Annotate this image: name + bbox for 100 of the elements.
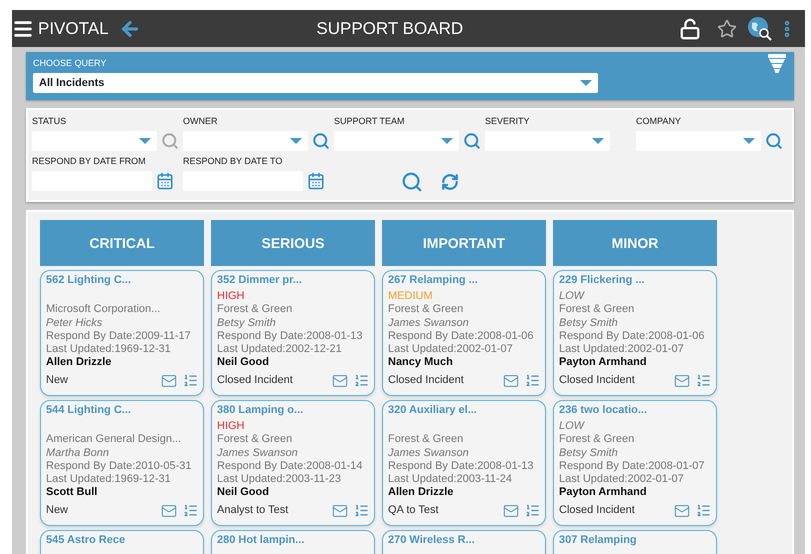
contact-name: James Swanson bbox=[388, 446, 470, 460]
company-name: Forest & Green bbox=[388, 433, 464, 447]
company-name: Microsoft Corporation... bbox=[46, 303, 162, 317]
caret-icon bbox=[592, 138, 604, 144]
query-label: CHOOSE QUERY bbox=[33, 58, 108, 68]
dropdown-field[interactable] bbox=[334, 131, 459, 151]
card-title: 320 Auxiliary el... bbox=[388, 404, 478, 417]
respond-by-date: Respond By Date:2008-01-06 bbox=[559, 330, 706, 344]
last-updated-date: Last Updated:2003-11-24 bbox=[388, 473, 513, 486]
card-title: 544 Lighting C... bbox=[46, 404, 132, 417]
card-title: 280 Hot lampin... bbox=[217, 534, 306, 547]
respond-by-date: Respond By Date:2009-11-17 bbox=[46, 330, 192, 344]
mail-icon[interactable] bbox=[674, 503, 690, 519]
search-icon[interactable] bbox=[161, 132, 179, 150]
last-updated-date: Last Updated:2002-12-21 bbox=[217, 343, 343, 356]
incident-card[interactable]: 380 Lamping o... HIGH Forest & Green James Swanson Respond By Date:2008-01-14 Last Updated:2003-11-23 Neil Good Analyst to Test bbox=[211, 400, 375, 526]
calendar-icon[interactable] bbox=[156, 172, 174, 190]
filter-label: SUPPORT TEAM bbox=[334, 116, 406, 126]
mail-icon[interactable] bbox=[161, 373, 177, 389]
contact-name: Peter Hicks bbox=[46, 316, 104, 330]
status-text: Analyst to Test bbox=[217, 504, 288, 518]
contact-name: Betsy Smith bbox=[559, 446, 619, 460]
mail-icon[interactable] bbox=[674, 373, 690, 389]
mail-icon[interactable] bbox=[161, 503, 177, 519]
respond-by-date: Respond By Date:2008-01-13 bbox=[388, 460, 535, 474]
last-updated-date: Last Updated:2002-01-07 bbox=[388, 343, 514, 356]
filter-label: COMPANY bbox=[636, 116, 682, 126]
card-title: 236 two locatio... bbox=[559, 404, 648, 417]
dropdown-field[interactable] bbox=[183, 131, 308, 151]
search-icon[interactable] bbox=[312, 132, 330, 150]
numbered-list-icon[interactable] bbox=[354, 503, 369, 518]
numbered-list-icon[interactable] bbox=[354, 373, 369, 388]
severity-label: LOW bbox=[559, 420, 586, 434]
numbered-list-icon[interactable] bbox=[183, 373, 198, 388]
status-text: Closed Incident bbox=[388, 374, 464, 388]
incident-card[interactable]: 544 Lighting C... American General Design... Martha Bonn Respond By Date:2010-05-31 Last Updated:1969-12-31 Scott Bull New bbox=[40, 400, 204, 526]
column-header: IMPORTANT bbox=[382, 220, 546, 266]
filter-label: RESPOND BY DATE TO bbox=[183, 156, 284, 166]
search-icon[interactable] bbox=[400, 171, 422, 193]
contact-name: James Swanson bbox=[217, 446, 299, 460]
owner-name: Allen Drizzle bbox=[46, 356, 112, 370]
numbered-list-icon[interactable] bbox=[696, 503, 711, 518]
dropdown-field[interactable] bbox=[485, 131, 610, 151]
card-title: 229 Flickering ... bbox=[559, 274, 646, 287]
numbered-list-icon[interactable] bbox=[525, 503, 540, 518]
status-text: Closed Incident bbox=[559, 374, 635, 388]
query-dropdown[interactable]: All Incidents bbox=[33, 73, 598, 93]
page-title: SUPPORT BOARD bbox=[315, 18, 464, 38]
company-name: Forest & Green bbox=[388, 303, 464, 317]
numbered-list-icon[interactable] bbox=[696, 373, 711, 388]
dropdown-field[interactable] bbox=[32, 131, 157, 151]
owner-name: Scott Bull bbox=[46, 486, 98, 500]
mail-icon[interactable] bbox=[332, 503, 348, 519]
incident-card[interactable]: 352 Dimmer pr... HIGH Forest & Green Betsy Smith Respond By Date:2008-01-13 Last Updated:2002-12-21 Neil Good Closed Incident bbox=[211, 270, 375, 396]
last-updated-date: Last Updated:1969-12-31 bbox=[46, 343, 172, 356]
company-name: Forest & Green bbox=[217, 303, 294, 317]
mail-icon[interactable] bbox=[503, 503, 519, 519]
filter-icon[interactable] bbox=[768, 54, 786, 74]
status-text: New bbox=[46, 374, 68, 388]
refresh-icon[interactable] bbox=[440, 173, 458, 191]
dropdown-field[interactable] bbox=[636, 131, 761, 151]
caret-icon bbox=[743, 138, 755, 144]
respond-by-date: Respond By Date:2010-05-31 bbox=[46, 460, 193, 474]
incident-card[interactable]: 236 two locatio... LOW Forest & Green Betsy Smith Respond By Date:2008-01-07 Last Updated:2002-01-07 Payton Armhand Closed Incident bbox=[553, 400, 717, 526]
mail-icon[interactable] bbox=[332, 373, 348, 389]
filter-label: OWNER bbox=[183, 116, 218, 126]
company-name: American General Design... bbox=[46, 433, 182, 447]
incident-card[interactable]: 267 Relamping ... MEDIUM Forest & Green James Swanson Respond By Date:2008-01-06 Last Updated:2002-01-07 Nancy Much Closed Incident bbox=[382, 270, 546, 396]
contact-name: Martha Bonn bbox=[46, 446, 110, 460]
card-title: 267 Relamping ... bbox=[388, 274, 479, 287]
incident-card[interactable]: 320 Auxiliary el... Forest & Green James Swanson Respond By Date:2008-01-13 Last Updated:2003-11-24 Allen Drizzle QA to Test bbox=[382, 400, 546, 526]
contact-name: James Swanson bbox=[388, 316, 470, 330]
filter-label: STATUS bbox=[32, 116, 68, 126]
card-title: 562 Lighting C... bbox=[46, 274, 132, 287]
globe-search-icon[interactable] bbox=[747, 16, 773, 42]
calendar-icon[interactable] bbox=[307, 172, 325, 190]
contact-name: Betsy Smith bbox=[217, 316, 277, 330]
numbered-list-icon[interactable] bbox=[525, 373, 540, 388]
mail-icon[interactable] bbox=[503, 373, 519, 389]
card-title: 352 Dimmer pr... bbox=[217, 274, 303, 287]
numbered-list-icon[interactable] bbox=[183, 503, 198, 518]
star-icon[interactable] bbox=[717, 18, 737, 38]
search-icon[interactable] bbox=[463, 132, 481, 150]
contact-name: Betsy Smith bbox=[559, 316, 619, 330]
company-name: Forest & Green bbox=[217, 433, 294, 447]
unlock-icon[interactable] bbox=[679, 18, 701, 40]
status-text: Closed Incident bbox=[217, 374, 293, 388]
filter-label: SEVERITY bbox=[485, 116, 531, 126]
brand-name: PIVOTAL bbox=[38, 18, 109, 38]
incident-card[interactable]: 229 Flickering ... LOW Forest & Green Betsy Smith Respond By Date:2008-01-06 Last Updated:2002-01-07 Payton Armhand Closed Incident bbox=[553, 270, 717, 396]
status-text: Closed Incident bbox=[559, 504, 635, 518]
company-name: Forest & Green bbox=[559, 303, 636, 317]
last-updated-date: Last Updated:2003-11-23 bbox=[217, 473, 342, 486]
column-header: CRITICAL bbox=[40, 220, 204, 266]
card-title: 270 Wireless R... bbox=[388, 534, 476, 547]
search-icon[interactable] bbox=[765, 132, 783, 150]
severity-label: MEDIUM bbox=[388, 290, 434, 304]
owner-name: Payton Armhand bbox=[559, 486, 648, 500]
incident-card[interactable]: 562 Lighting C... Microsoft Corporation... Peter Hicks Respond By Date:2009-11-17 Last Updated:1969-12-31 Allen Drizzle New bbox=[40, 270, 204, 396]
last-updated-date: Last Updated:2002-01-07 bbox=[559, 473, 685, 486]
